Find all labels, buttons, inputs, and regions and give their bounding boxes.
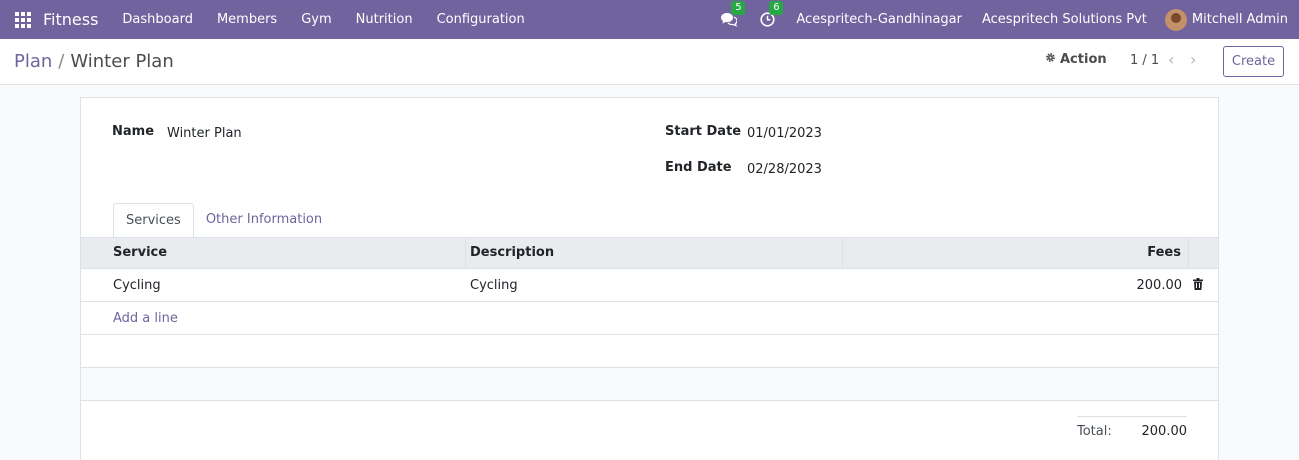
user-name: Mitchell Admin (1191, 12, 1288, 27)
column-header-fees[interactable]: Fees (843, 237, 1189, 269)
user-menu[interactable]: Mitchell Admin (1157, 8, 1299, 31)
systray: 5 6 Acespritech-Gandhinagar Acespritech … (710, 0, 1299, 39)
breadcrumb-current: Winter Plan (70, 51, 174, 72)
menu-item-nutrition[interactable]: Nutrition (344, 0, 425, 39)
breadcrumb: Plan / Winter Plan (14, 51, 174, 72)
form-sheet: Name Winter Plan Start Date 01/01/2023 E… (80, 97, 1219, 460)
activities-count-badge: 6 (769, 0, 784, 15)
trash-icon (1193, 278, 1203, 290)
pager-next-icon[interactable]: › (1190, 50, 1196, 69)
start-date-label: Start Date (665, 124, 742, 139)
company-branch-switcher[interactable]: Acespritech-Gandhinagar (786, 12, 972, 27)
pager-previous-icon[interactable]: ‹ (1168, 50, 1174, 69)
add-line-link[interactable]: Add a line (81, 311, 178, 326)
tab-other-information[interactable]: Other Information (194, 203, 334, 237)
create-button[interactable]: Create (1223, 46, 1284, 77)
gear-icon (1045, 52, 1056, 67)
avatar (1164, 8, 1187, 31)
company-switcher[interactable]: Acespritech Solutions Pvt (972, 12, 1157, 27)
add-line-row: Add a line (81, 302, 1218, 335)
empty-row (81, 368, 1218, 401)
end-date-label: End Date (665, 160, 732, 175)
name-field[interactable]: Winter Plan (167, 126, 242, 141)
cell-description[interactable]: Cycling (466, 278, 843, 293)
tab-services[interactable]: Services (113, 203, 194, 238)
delete-row-button[interactable] (1189, 277, 1218, 293)
menu-item-gym[interactable]: Gym (289, 0, 343, 39)
breadcrumb-parent-link[interactable]: Plan (14, 51, 52, 72)
total-value: 200.00 (1141, 424, 1188, 439)
pager-value[interactable]: 1 / 1 (1130, 53, 1159, 68)
cell-fees[interactable]: 200.00 (843, 278, 1189, 293)
messages-count-badge: 5 (731, 0, 746, 15)
top-navbar: Fitness Dashboard Members Gym Nutrition … (0, 0, 1299, 39)
table-header: Service Description Fees (81, 237, 1218, 269)
breadcrumb-separator: / (58, 51, 65, 72)
services-table: Service Description Fees Cycling Cycling… (81, 237, 1218, 401)
totals-section: Total: 200.00 (1077, 416, 1187, 439)
messages-icon[interactable]: 5 (720, 0, 746, 29)
start-date-field[interactable]: 01/01/2023 (747, 126, 822, 141)
menu-item-members[interactable]: Members (205, 0, 289, 39)
action-menu-button[interactable]: Action (1045, 52, 1107, 67)
notebook-tabs: Services Other Information (113, 203, 334, 238)
empty-row (81, 335, 1218, 368)
table-row[interactable]: Cycling Cycling 200.00 (81, 269, 1218, 302)
name-label: Name (112, 124, 155, 139)
control-panel: Plan / Winter Plan Action 1 / 1 ‹ › Create (0, 39, 1299, 85)
cell-service[interactable]: Cycling (81, 278, 466, 293)
activities-clock-icon[interactable]: 6 (758, 0, 784, 29)
total-label: Total: (1077, 424, 1112, 439)
end-date-field[interactable]: 02/28/2023 (747, 162, 822, 177)
column-header-service[interactable]: Service (81, 237, 466, 269)
app-brand[interactable]: Fitness (43, 10, 98, 29)
menu-item-configuration[interactable]: Configuration (425, 0, 537, 39)
action-label: Action (1060, 52, 1107, 67)
apps-menu-icon[interactable] (15, 11, 31, 28)
main-menu: Dashboard Members Gym Nutrition Configur… (110, 0, 536, 39)
column-header-description[interactable]: Description (466, 237, 843, 269)
menu-item-dashboard[interactable]: Dashboard (110, 0, 205, 39)
